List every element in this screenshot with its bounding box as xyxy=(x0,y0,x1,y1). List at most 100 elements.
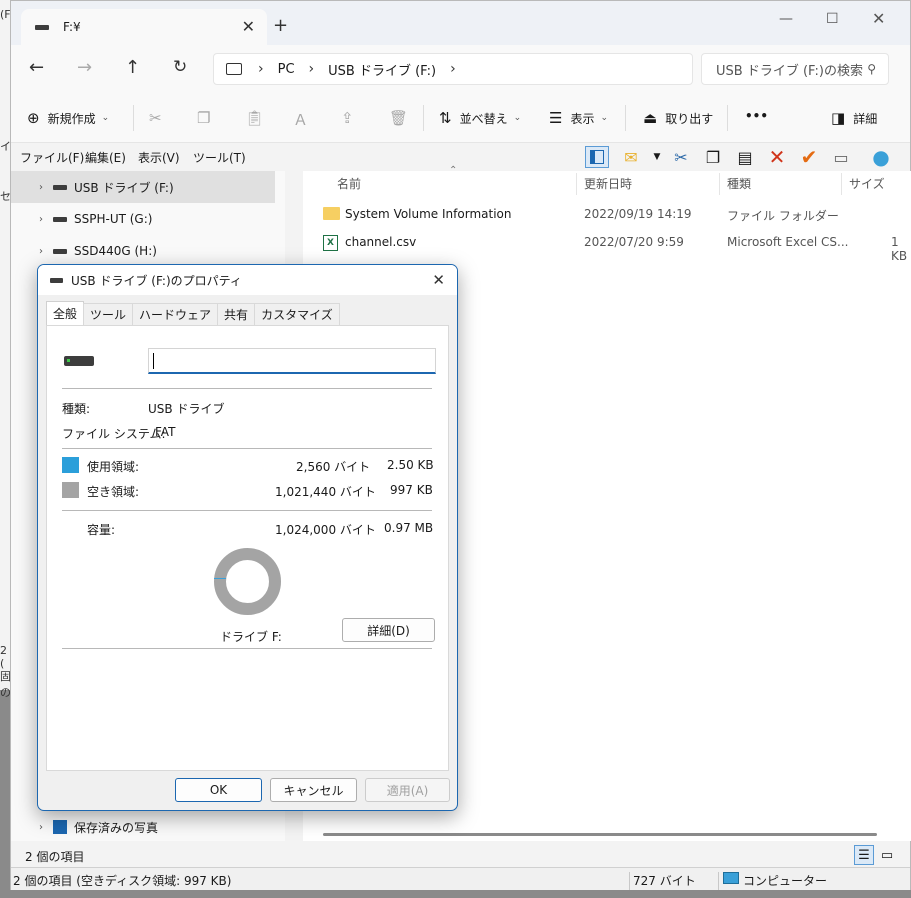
address-bar[interactable]: › PC › USB ドライブ (F:) › xyxy=(213,53,693,85)
dialog-title-bar[interactable]: USB ドライブ (F:)のプロパティ ✕ xyxy=(38,265,457,295)
disk-details-button[interactable]: 詳細(D) xyxy=(342,618,435,642)
search-input[interactable]: USB ドライブ (F:)の検索 ⚲ xyxy=(701,53,889,85)
sort-button[interactable]: ⇅ 並べ替え ⌄ xyxy=(439,109,521,127)
nav-item-ssd440g[interactable]: › SSD440G (H:) xyxy=(11,235,275,267)
folder-pane-icon[interactable] xyxy=(585,146,609,168)
tab-tools[interactable]: ツール xyxy=(83,303,134,325)
paste-icon[interactable]: 📋︎ xyxy=(245,109,264,127)
shell-icon[interactable]: ● xyxy=(869,145,893,169)
delete-x-icon[interactable]: ✕ xyxy=(765,145,789,169)
more-label: ••• xyxy=(745,109,769,123)
tab-customize[interactable]: カスタマイズ xyxy=(254,303,340,325)
drive-icon xyxy=(50,277,63,283)
chevron-down-icon: ⌄ xyxy=(101,113,110,123)
drive-letter-label: ドライブ F: xyxy=(220,630,282,644)
divider xyxy=(629,872,630,890)
properties-icon[interactable]: ▭ xyxy=(829,146,853,168)
delete-icon[interactable]: 🗑︎ xyxy=(389,109,408,127)
divider xyxy=(423,105,424,131)
text-caret xyxy=(153,353,154,369)
new-tab-icon[interactable]: + xyxy=(273,15,288,36)
close-tab-icon[interactable]: ✕ xyxy=(242,17,255,36)
forward-icon[interactable]: → xyxy=(77,57,92,78)
ok-button[interactable]: OK xyxy=(175,778,262,802)
dialog-title: USB ドライブ (F:)のプロパティ xyxy=(71,273,242,288)
rename-icon[interactable]: Ａ xyxy=(293,109,308,130)
tab-hardware[interactable]: ハードウェア xyxy=(132,303,219,325)
column-modified[interactable]: 更新日時 xyxy=(584,175,632,192)
chevron-right-icon[interactable]: › xyxy=(450,61,456,77)
horizontal-scrollbar[interactable] xyxy=(323,833,877,836)
status-bar: 2 個の項目 ☰ ▭ xyxy=(11,841,910,867)
column-size[interactable]: サイズ xyxy=(849,175,885,192)
dialog-close-icon[interactable]: ✕ xyxy=(432,271,445,289)
cut-icon[interactable]: ✂ xyxy=(669,146,693,168)
refresh-icon[interactable]: ↻ xyxy=(173,57,187,77)
nav-item-label: USB ドライブ (F:) xyxy=(74,180,174,195)
view-button[interactable]: ☰ 表示 ⌄ xyxy=(549,109,608,127)
menu-edit[interactable]: 編集(E) xyxy=(85,149,126,166)
divider xyxy=(62,388,432,389)
tab-sharing[interactable]: 共有 xyxy=(217,303,256,325)
new-button[interactable]: ⊕ 新規作成 ⌄ xyxy=(27,109,109,127)
eject-button[interactable]: ⏏ 取り出す xyxy=(643,109,713,127)
copy-icon[interactable]: ❐ xyxy=(701,146,725,168)
pc-monitor-icon xyxy=(226,63,242,75)
divider xyxy=(625,105,626,131)
sort-icon: ⇅ xyxy=(439,109,452,127)
chevron-right-icon[interactable]: › xyxy=(11,214,43,225)
menu-tools[interactable]: ツール(T) xyxy=(193,149,246,166)
up-icon[interactable]: ↑ xyxy=(125,57,140,78)
volume-label-input[interactable] xyxy=(148,348,436,374)
details-label: 詳細 xyxy=(853,111,878,126)
details-view-icon[interactable]: ☰ xyxy=(854,845,874,865)
maximize-icon[interactable]: ☐ xyxy=(826,11,839,27)
classic-menu-bar: ファイル(F) 編集(E) 表示(V) ツール(T) ✉ ▼ ✂ ❐ ▤ ✕ ✔… xyxy=(11,143,910,171)
close-window-icon[interactable]: ✕ xyxy=(872,9,885,28)
classic-status-bar: 2 個の項目 (空きディスク領域: 997 KB) 727 バイト コンピュータ… xyxy=(11,867,910,890)
cancel-button[interactable]: キャンセル xyxy=(270,778,357,802)
more-button[interactable]: ••• xyxy=(745,109,768,123)
nav-item-saved-pictures[interactable]: › 保存済みの写真 xyxy=(11,811,275,843)
free-bytes: 1,021,440 バイト xyxy=(275,485,376,499)
apply-button[interactable]: 適用(A) xyxy=(365,778,450,802)
tab-drive-f[interactable]: F:¥ ✕ xyxy=(21,9,267,45)
file-row[interactable]: X channel.csv 2022/07/20 9:59 Microsoft … xyxy=(303,229,911,263)
dialog-tabs: 全般 ツール ハードウェア 共有 カスタマイズ xyxy=(46,301,340,325)
chevron-down-icon: ⌄ xyxy=(513,113,522,123)
column-type[interactable]: 種類 xyxy=(727,175,751,192)
divider xyxy=(133,105,134,131)
file-type: Microsoft Excel CS... xyxy=(727,235,849,249)
back-icon[interactable]: ← xyxy=(29,57,44,78)
tiles-view-icon[interactable]: ▭ xyxy=(877,845,897,865)
folder-check-icon[interactable]: ✉ xyxy=(619,146,643,168)
checkmark-icon[interactable]: ✔ xyxy=(797,145,821,169)
copy-icon[interactable]: ❐ xyxy=(197,109,210,127)
breadcrumb-pc[interactable]: PC xyxy=(278,62,295,77)
details-pane-button[interactable]: ◨ 詳細 xyxy=(831,109,877,127)
menu-view[interactable]: 表示(V) xyxy=(138,149,180,166)
item-count: 2 個の項目 xyxy=(25,850,85,864)
details-pane-icon: ◨ xyxy=(831,109,846,127)
chevron-down-icon[interactable]: ▼ xyxy=(645,146,669,168)
minimize-icon[interactable]: — xyxy=(779,11,793,27)
capacity-bytes: 1,024,000 バイト xyxy=(275,523,376,537)
menu-file[interactable]: ファイル(F) xyxy=(20,149,84,166)
nav-item-usb-drive[interactable]: › USB ドライブ (F:) xyxy=(11,171,275,203)
file-row[interactable]: System Volume Information 2022/09/19 14:… xyxy=(303,201,911,229)
divider xyxy=(62,448,432,449)
chevron-right-icon[interactable]: › xyxy=(309,61,315,77)
share-icon[interactable]: ⇪ xyxy=(341,109,354,127)
cut-icon[interactable]: ✂ xyxy=(149,109,162,127)
breadcrumb-drive[interactable]: USB ドライブ (F:) xyxy=(328,60,436,79)
free-label: 空き領域: xyxy=(87,485,140,499)
divider xyxy=(62,648,432,649)
nav-item-ssph-ut[interactable]: › SSPH-UT (G:) xyxy=(11,203,275,235)
chevron-right-icon[interactable]: › xyxy=(11,246,43,257)
chevron-right-icon[interactable]: › xyxy=(11,182,43,193)
chevron-right-icon[interactable]: › xyxy=(258,61,264,77)
chevron-right-icon[interactable]: › xyxy=(11,822,43,833)
paste-icon[interactable]: ▤ xyxy=(733,146,757,168)
tab-general[interactable]: 全般 xyxy=(46,301,85,325)
column-name[interactable]: 名前 xyxy=(337,175,361,192)
